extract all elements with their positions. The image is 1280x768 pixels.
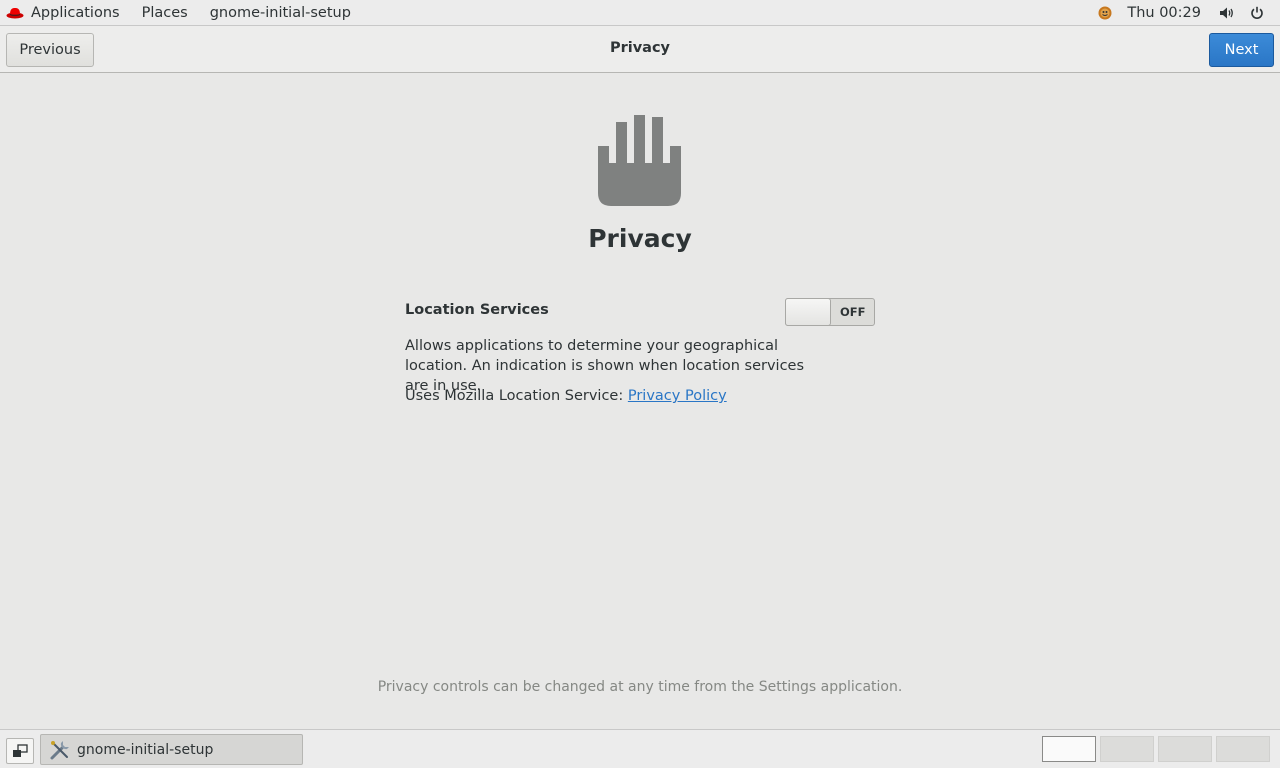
top-panel: Applications Places gnome-initial-setup … xyxy=(0,0,1280,26)
previous-button[interactable]: Previous xyxy=(6,33,94,67)
applications-menu[interactable]: Applications xyxy=(26,0,131,26)
workspace-2[interactable] xyxy=(1100,736,1154,762)
service-prefix: Uses Mozilla Location Service: xyxy=(405,388,628,404)
top-panel-status: Thu 00:29 xyxy=(1097,0,1280,26)
workspace-4[interactable] xyxy=(1216,736,1270,762)
bottom-taskbar: gnome-initial-setup xyxy=(0,729,1280,768)
header-title: Privacy xyxy=(609,40,671,56)
workspace-1[interactable] xyxy=(1042,736,1096,762)
power-icon[interactable] xyxy=(1249,5,1265,21)
volume-icon[interactable] xyxy=(1219,5,1235,21)
switch-state-label: OFF xyxy=(840,305,866,319)
switch-knob[interactable] xyxy=(785,298,831,326)
show-desktop-button[interactable] xyxy=(6,738,34,764)
clock[interactable]: Thu 00:29 xyxy=(1113,5,1219,21)
workspace-switcher xyxy=(1042,736,1274,762)
privacy-policy-link[interactable]: Privacy Policy xyxy=(628,388,727,404)
user-avatar-icon[interactable] xyxy=(1097,5,1113,21)
redhat-logo-icon xyxy=(6,7,24,18)
places-menu[interactable]: Places xyxy=(131,0,199,26)
app-menu[interactable]: gnome-initial-setup xyxy=(199,0,362,26)
page-title: Privacy xyxy=(588,224,692,253)
next-button[interactable]: Next xyxy=(1209,33,1274,67)
taskbar-window-label: gnome-initial-setup xyxy=(77,741,214,758)
header-bar: Previous Privacy Next xyxy=(0,26,1280,73)
show-desktop-icon xyxy=(13,744,28,757)
location-services-switch[interactable]: OFF xyxy=(785,298,875,326)
hand-icon xyxy=(598,115,681,206)
setup-tools-icon xyxy=(50,740,69,759)
location-services-label: Location Services xyxy=(405,302,549,318)
top-panel-menus: Applications Places gnome-initial-setup xyxy=(0,0,362,26)
workspace-3[interactable] xyxy=(1158,736,1212,762)
privacy-footer-note: Privacy controls can be changed at any t… xyxy=(377,679,903,695)
taskbar-window-button[interactable]: gnome-initial-setup xyxy=(40,734,303,765)
location-service-info: Uses Mozilla Location Service: Privacy P… xyxy=(405,386,727,406)
